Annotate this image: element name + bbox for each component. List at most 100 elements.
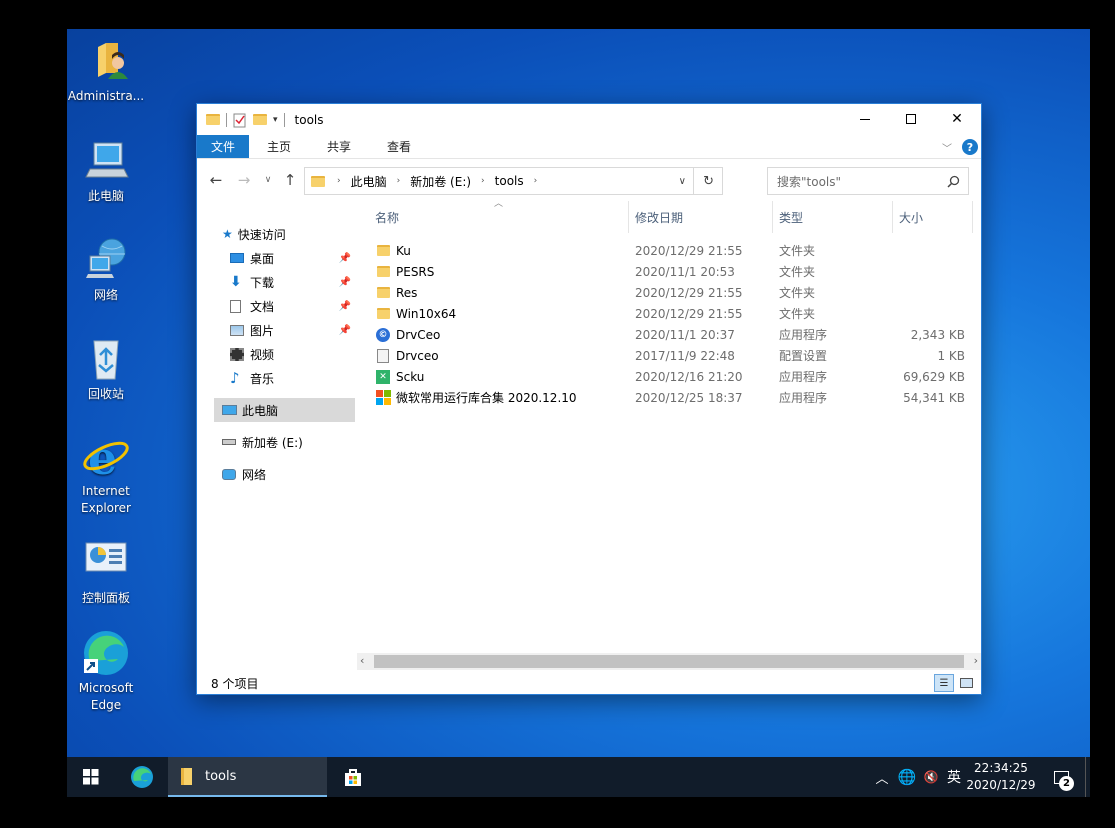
tab-share[interactable]: 共享 bbox=[309, 135, 369, 158]
forward-button[interactable]: → bbox=[233, 169, 255, 191]
nav-quick-access[interactable]: ★ 快速访问 bbox=[222, 222, 286, 246]
taskbar-explorer-button[interactable]: tools bbox=[168, 757, 327, 797]
desktop-icon-label: Administra... bbox=[67, 89, 145, 103]
nav-drive-e[interactable]: 新加卷 (E:) bbox=[222, 430, 303, 454]
scroll-thumb[interactable] bbox=[374, 655, 964, 668]
expand-ribbon-icon[interactable]: ﹀ bbox=[942, 140, 952, 155]
desktop-icon-label: 控制面板 bbox=[81, 591, 130, 605]
nav-item-videos[interactable]: 视频 bbox=[230, 342, 355, 366]
taskbar-store-button[interactable] bbox=[329, 757, 377, 797]
file-row[interactable]: 微软常用运行库合集 2020.12.10 2020/12/25 18:37 应用程序… bbox=[357, 387, 981, 408]
desktop-icon-edge[interactable]: Microsoft Edge bbox=[67, 629, 145, 714]
title-bar[interactable]: ▾ tools ✕ bbox=[197, 104, 981, 135]
desktop-icon-recycle-bin[interactable]: 回收站 bbox=[67, 335, 145, 403]
new-folder-icon[interactable] bbox=[253, 114, 267, 125]
breadcrumb-this-pc[interactable]: 此电脑 bbox=[351, 173, 387, 190]
file-row[interactable]: Ku 2020/12/29 21:55 文件夹 bbox=[357, 240, 981, 261]
show-hidden-icons-icon[interactable]: ︿ bbox=[873, 757, 891, 797]
nav-item-music[interactable]: ♪ 音乐 bbox=[230, 366, 355, 390]
taskbar-explorer-label: tools bbox=[205, 768, 237, 784]
refresh-icon[interactable]: ↻ bbox=[703, 174, 714, 189]
nav-item-desktop[interactable]: 桌面 📌 bbox=[230, 246, 355, 270]
nav-this-pc[interactable]: 此电脑 bbox=[214, 398, 355, 422]
taskbar-edge-button[interactable] bbox=[118, 757, 166, 797]
file-name-cell: © DrvCeo bbox=[375, 327, 440, 342]
address-row: ← → ∨ ↑ › 此电脑 › 新加卷 (E:) › tools › ∨ ↻ 搜… bbox=[197, 159, 981, 201]
file-type: 配置设置 bbox=[779, 349, 828, 363]
desktop: Administra... 此电脑 网络 回收站 e Internet Expl… bbox=[67, 29, 1090, 797]
clock[interactable]: 22:34:25 2020/12/29 bbox=[965, 757, 1037, 797]
search-icon[interactable] bbox=[947, 175, 960, 188]
file-date: 2020/12/29 21:55 bbox=[635, 285, 743, 300]
file-date: 2020/12/25 18:37 bbox=[635, 390, 743, 405]
file-name-cell: Win10x64 bbox=[375, 307, 456, 321]
column-size[interactable]: 大小 bbox=[893, 201, 973, 233]
file-size: 69,629 KB bbox=[903, 369, 965, 384]
video-icon bbox=[230, 347, 244, 361]
file-row[interactable]: ✕ Scku 2020/12/16 21:20 应用程序 69,629 KB bbox=[357, 366, 981, 387]
network-globe-icon[interactable]: 🌐 bbox=[897, 757, 917, 797]
tab-view[interactable]: 查看 bbox=[369, 135, 429, 158]
properties-icon[interactable] bbox=[233, 112, 247, 128]
window-body: ★ 快速访问 桌面 📌 ⬇ 下载 📌 文档 📌 图片 📌 视频 ♪ 音乐 此电脑… bbox=[197, 199, 981, 671]
folder-icon bbox=[206, 114, 220, 125]
file-row[interactable]: © DrvCeo 2020/11/1 20:37 应用程序 2,343 KB bbox=[357, 324, 981, 345]
taskbar: tools ︿ 🌐 🔇 英 22:34:25 2020/12/29 2 bbox=[67, 757, 1090, 797]
desktop-icon-administrator[interactable]: Administra... bbox=[67, 37, 145, 105]
column-name[interactable]: 名称 bbox=[369, 201, 629, 233]
action-center-button[interactable]: 2 bbox=[1045, 757, 1077, 797]
file-date: 2020/12/29 21:55 bbox=[635, 306, 743, 321]
search-input[interactable]: 搜索"tools" bbox=[767, 167, 969, 195]
show-desktop-button[interactable] bbox=[1085, 757, 1090, 797]
scroll-right-icon[interactable]: › bbox=[974, 654, 978, 667]
tab-home[interactable]: 主页 bbox=[249, 135, 309, 158]
file-row[interactable]: PESRS 2020/11/1 20:53 文件夹 bbox=[357, 261, 981, 282]
customize-qa-icon[interactable]: ▾ bbox=[273, 115, 278, 125]
recent-locations-button[interactable]: ∨ bbox=[257, 169, 279, 191]
start-button[interactable] bbox=[67, 757, 115, 797]
desktop-icon-network[interactable]: 网络 bbox=[67, 236, 145, 304]
breadcrumb-tools[interactable]: tools bbox=[495, 174, 524, 188]
back-button[interactable]: ← bbox=[205, 169, 227, 191]
file-type: 文件夹 bbox=[779, 265, 816, 279]
desktop-icon-internet-explorer[interactable]: e Internet Explorer bbox=[67, 431, 145, 517]
nav-item-documents[interactable]: 文档 📌 bbox=[230, 294, 355, 318]
address-bar[interactable]: › 此电脑 › 新加卷 (E:) › tools › ∨ ↻ bbox=[304, 167, 723, 195]
address-dropdown-icon[interactable]: ∨ bbox=[679, 176, 686, 187]
tab-file[interactable]: 文件 bbox=[197, 135, 250, 158]
breadcrumb-drive[interactable]: 新加卷 (E:) bbox=[410, 173, 471, 190]
help-icon[interactable]: ? bbox=[962, 139, 978, 155]
user-folder-icon bbox=[82, 37, 130, 85]
column-type[interactable]: 类型 bbox=[773, 201, 893, 233]
ribbon-tabs: 文件 主页 共享 查看 ﹀ ? bbox=[197, 135, 981, 159]
horizontal-scrollbar[interactable]: ‹ › bbox=[357, 653, 981, 670]
details-view-button[interactable]: ☰ bbox=[934, 674, 954, 692]
desktop-icon-label: 网络 bbox=[93, 288, 118, 302]
maximize-button[interactable] bbox=[888, 104, 934, 134]
up-button[interactable]: ↑ bbox=[279, 169, 301, 191]
file-row[interactable]: Res 2020/12/29 21:55 文件夹 bbox=[357, 282, 981, 303]
file-row[interactable]: Drvceo 2017/11/9 22:48 配置设置 1 KB bbox=[357, 345, 981, 366]
desktop-icon-this-pc[interactable]: 此电脑 bbox=[67, 137, 145, 205]
file-row[interactable]: Win10x64 2020/12/29 21:55 文件夹 bbox=[357, 303, 981, 324]
file-name-cell: ✕ Scku bbox=[375, 369, 425, 384]
nav-item-downloads[interactable]: ⬇ 下载 📌 bbox=[230, 270, 355, 294]
large-icons-view-button[interactable] bbox=[957, 674, 975, 692]
minimize-button[interactable] bbox=[842, 104, 888, 134]
drive-icon bbox=[222, 439, 236, 445]
nav-item-pictures[interactable]: 图片 📌 bbox=[230, 318, 355, 342]
nav-network[interactable]: 网络 bbox=[222, 462, 266, 486]
file-name: Scku bbox=[396, 369, 425, 384]
scroll-left-icon[interactable]: ‹ bbox=[360, 654, 364, 667]
desktop-icon-control-panel[interactable]: 控制面板 bbox=[67, 539, 145, 607]
close-button[interactable]: ✕ bbox=[934, 104, 980, 134]
volume-muted-icon[interactable]: 🔇 bbox=[921, 757, 941, 797]
download-icon: ⬇ bbox=[230, 274, 242, 290]
large-icons-view-icon bbox=[959, 678, 973, 688]
internet-explorer-icon: e bbox=[82, 431, 130, 485]
column-date[interactable]: 修改日期 bbox=[629, 201, 773, 233]
windows-logo-icon bbox=[375, 390, 391, 405]
ime-indicator[interactable]: 英 bbox=[944, 757, 964, 797]
file-type: 应用程序 bbox=[779, 391, 828, 405]
pin-icon: 📌 bbox=[338, 324, 351, 336]
